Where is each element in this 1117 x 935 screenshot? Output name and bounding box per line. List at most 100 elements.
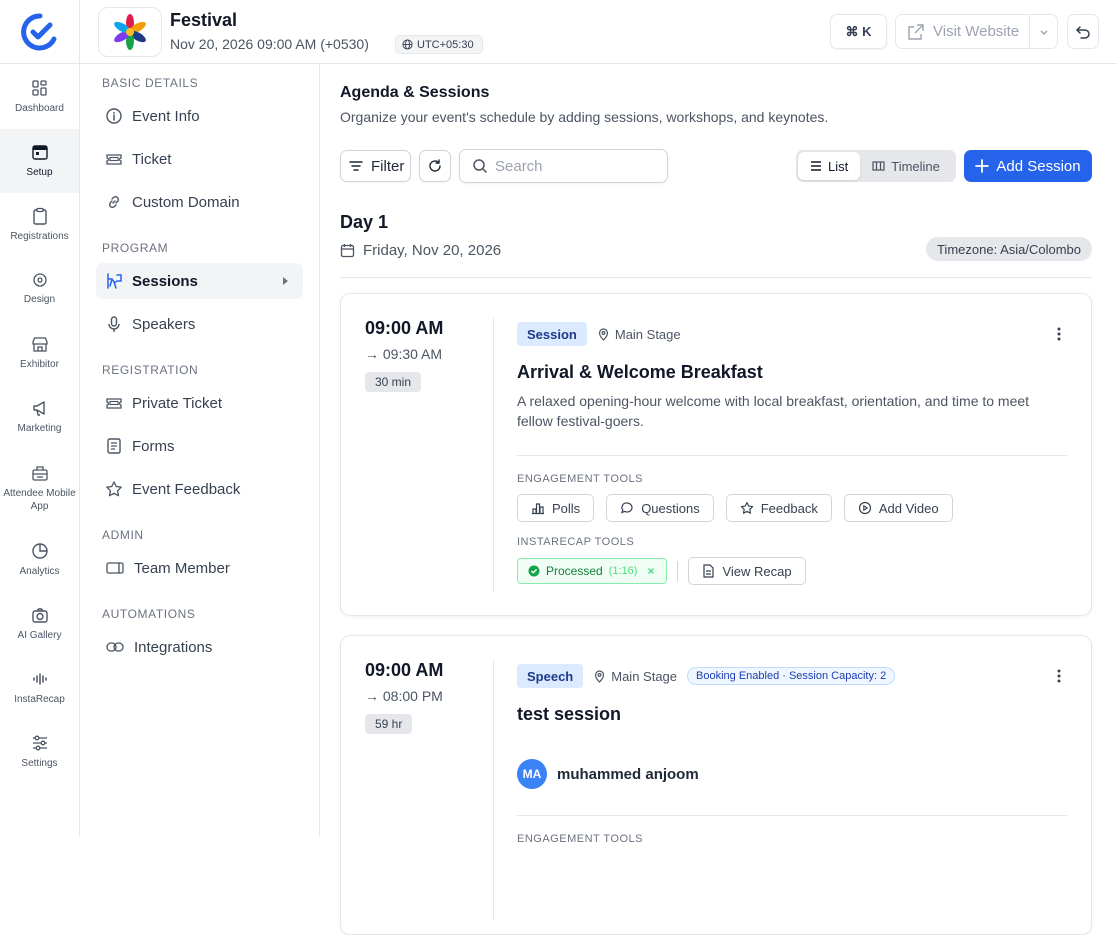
refresh-button[interactable]	[419, 150, 451, 182]
card-divider	[493, 318, 494, 592]
page-subtitle: Organize your event's schedule by adding…	[340, 109, 829, 125]
sidebar-item-team-member[interactable]: Team Member	[96, 550, 303, 586]
rail-item-dashboard[interactable]: Dashboard	[0, 65, 79, 129]
app-logo[interactable]	[20, 12, 60, 52]
star-icon	[106, 481, 122, 497]
event-logo	[98, 7, 162, 57]
visit-website-dropdown[interactable]	[1029, 15, 1057, 48]
card-hr	[517, 815, 1067, 816]
add-session-button[interactable]: Add Session	[964, 150, 1092, 182]
sidebar-item-private-ticket[interactable]: Private Ticket	[96, 385, 303, 421]
check-circle-icon	[528, 565, 540, 577]
setup-sidebar: BASIC DETAILS Event Info Ticket Custom D…	[96, 76, 303, 665]
camera-icon	[31, 608, 48, 623]
play-circle-icon	[858, 501, 871, 515]
day-title: Day 1	[340, 212, 389, 232]
rail-item-marketing[interactable]: Marketing	[0, 385, 79, 449]
sidebar-item-integrations[interactable]: Integrations	[96, 629, 303, 665]
rail-item-attendee-app[interactable]: Attendee Mobile App	[0, 449, 79, 528]
filter-button[interactable]: Filter	[340, 150, 411, 182]
integrations-icon	[106, 642, 124, 652]
map-pin-icon	[595, 669, 605, 683]
session-start-time: 09:00 AM	[365, 318, 444, 338]
more-options-icon[interactable]	[1051, 326, 1067, 342]
rail-item-settings[interactable]: Settings	[0, 720, 79, 784]
view-timeline-button[interactable]: Timeline	[860, 152, 952, 180]
rail-item-analytics[interactable]: Analytics	[0, 528, 79, 592]
processed-status-badge: Processed (1:16)	[517, 558, 668, 584]
session-type-badge: Speech	[517, 664, 584, 688]
search-input[interactable]: Search	[459, 149, 668, 183]
ticket-icon	[106, 154, 122, 165]
timezone-badge: UTC+05:30	[395, 35, 483, 54]
star-icon	[740, 501, 753, 514]
app-rail: Dashboard Setup Registrations Design Exh…	[0, 65, 79, 784]
day-timezone-badge: Timezone: Asia/Colombo	[925, 237, 1092, 261]
day-date: Friday, Nov 20, 2026	[340, 242, 501, 259]
rail-divider	[79, 0, 80, 837]
sidebar-item-ticket[interactable]: Ticket	[96, 141, 303, 177]
view-list-button[interactable]: List	[798, 152, 861, 180]
avatar: MA	[517, 759, 547, 789]
card-hr	[517, 455, 1067, 456]
sidebar-divider	[319, 64, 320, 837]
caret-right-icon	[283, 277, 288, 285]
rail-item-setup[interactable]: Setup	[0, 129, 79, 193]
booking-badge: Booking Enabled · Session Capacity: 2	[687, 667, 896, 685]
refresh-icon	[429, 159, 441, 172]
pie-chart-icon	[31, 543, 48, 559]
engagement-tools-label: ENGAGEMENT TOOLS	[517, 833, 643, 845]
section-title-basic: BASIC DETAILS	[102, 76, 199, 90]
polls-button[interactable]: Polls	[517, 494, 595, 522]
columns-icon	[872, 161, 885, 171]
document-icon	[703, 564, 715, 578]
search-icon	[473, 159, 487, 173]
sidebar-item-speakers[interactable]: Speakers	[96, 306, 303, 342]
rail-item-exhibitor[interactable]: Exhibitor	[0, 321, 79, 385]
rail-item-registrations[interactable]: Registrations	[0, 193, 79, 257]
clipboard-icon	[32, 207, 47, 225]
speaker-name: muhammed anjoom	[557, 765, 699, 783]
design-icon	[32, 273, 47, 287]
feedback-button[interactable]: Feedback	[725, 494, 832, 522]
plus-icon	[975, 159, 990, 173]
card-divider	[493, 660, 494, 920]
session-start-time: 09:00 AM	[365, 660, 444, 680]
map-pin-icon	[598, 327, 608, 341]
sessions-icon	[107, 273, 122, 289]
sidebar-item-event-info[interactable]: Event Info	[96, 98, 303, 134]
form-icon	[107, 438, 121, 454]
sidebar-item-forms[interactable]: Forms	[96, 428, 303, 464]
rail-item-instarecap[interactable]: InstaRecap	[0, 656, 79, 720]
sidebar-item-event-feedback[interactable]: Event Feedback	[96, 471, 303, 507]
mic-icon	[108, 316, 120, 332]
speaker-row[interactable]: MA muhammed anjoom	[517, 759, 1067, 789]
view-recap-button[interactable]: View Recap	[688, 557, 806, 585]
engagement-tools-label: ENGAGEMENT TOOLS	[517, 473, 643, 485]
session-card[interactable]: 09:00 AM → 09:30 AM 30 min Session Main …	[340, 293, 1092, 616]
waveform-icon	[32, 673, 47, 685]
rail-item-design[interactable]: Design	[0, 257, 79, 321]
session-title: Arrival & Welcome Breakfast	[517, 362, 763, 382]
view-toggle: List Timeline	[796, 150, 956, 182]
visit-website-button[interactable]: Visit Website	[895, 14, 1058, 49]
session-end-time: → 09:30 AM	[365, 346, 443, 362]
dashboard-icon	[31, 80, 47, 96]
sidebar-item-custom-domain[interactable]: Custom Domain	[96, 184, 303, 220]
session-end-time: → 08:00 PM	[365, 688, 443, 704]
more-options-icon[interactable]	[1051, 668, 1067, 684]
add-video-button[interactable]: Add Video	[843, 494, 953, 522]
rail-item-ai-gallery[interactable]: AI Gallery	[0, 592, 79, 656]
session-type-badge: Session	[517, 322, 587, 346]
sidebar-item-sessions[interactable]: Sessions	[96, 263, 303, 299]
command-palette-button[interactable]: ⌘ K	[830, 14, 887, 49]
team-icon	[106, 562, 124, 574]
questions-button[interactable]: Questions	[606, 494, 714, 522]
instarecap-tools-label: INSTARECAP TOOLS	[517, 536, 635, 548]
store-icon	[31, 337, 48, 352]
section-title-automations: AUTOMATIONS	[102, 607, 196, 621]
undo-button[interactable]	[1067, 14, 1099, 49]
tools-separator	[677, 561, 679, 581]
session-card[interactable]: 09:00 AM → 08:00 PM 59 hr Speech Main St…	[340, 635, 1092, 935]
close-icon[interactable]	[646, 566, 656, 576]
